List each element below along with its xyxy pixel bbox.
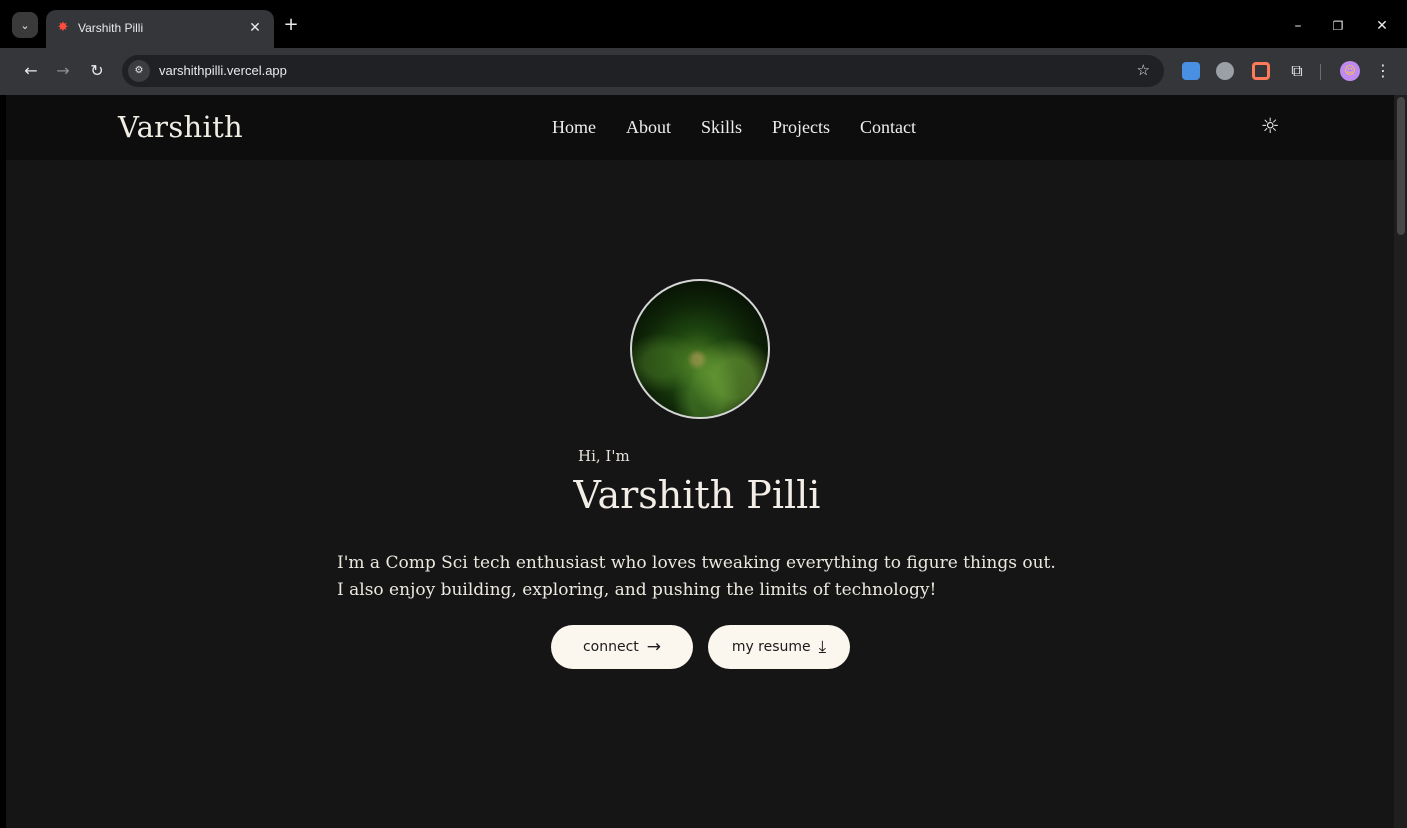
restore-button[interactable]: ❐ [1326, 14, 1350, 38]
address-bar[interactable]: ⚙ varshithpilli.vercel.app ☆ [122, 55, 1164, 87]
extensions-puzzle-icon[interactable]: ⧉ [1286, 60, 1308, 82]
tab-title: Varshith Pilli [78, 21, 144, 35]
hero-bio-line-2: I also enjoy building, exploring, and pu… [337, 580, 937, 600]
page-viewport: Varshith Home About Skills Projects Cont… [6, 95, 1394, 828]
extension-icon-3[interactable] [1252, 62, 1270, 80]
forward-icon[interactable]: → [52, 60, 74, 82]
profile-avatar-icon[interactable]: ☺ [1340, 61, 1360, 81]
hero-greeting: Hi, I'm [578, 447, 630, 465]
resume-button[interactable]: my resume ⤓ [708, 625, 850, 669]
site-brand[interactable]: Varshith [118, 110, 243, 144]
page-scrollbar[interactable] [1394, 95, 1407, 828]
new-tab-button[interactable]: + [282, 16, 300, 35]
connect-button[interactable]: connect → [551, 625, 693, 669]
browser-toolbar: ← → ↻ ⚙ varshithpilli.vercel.app ☆ ⧉ ☺ ⋮ [0, 48, 1407, 95]
minimize-button[interactable]: – [1286, 14, 1310, 38]
connect-button-label: connect [582, 639, 639, 655]
bookmark-star-icon[interactable]: ☆ [1137, 61, 1150, 79]
scrollbar-thumb[interactable] [1397, 97, 1405, 235]
nav-about[interactable]: About [626, 117, 671, 138]
theme-toggle-sun-icon[interactable]: ☼ [1256, 112, 1284, 140]
back-icon[interactable]: ← [20, 60, 42, 82]
reload-icon[interactable]: ↻ [86, 60, 108, 82]
nav-contact[interactable]: Contact [860, 117, 916, 138]
profile-photo [630, 279, 770, 419]
url-text[interactable]: varshithpilli.vercel.app [159, 63, 287, 78]
browser-tab-bar: ⌄ ✸ Varshith Pilli ✕ + – ❐ ✕ [0, 0, 1407, 48]
nav-projects[interactable]: Projects [772, 117, 830, 138]
extension-icon-2[interactable] [1216, 62, 1234, 80]
favicon-icon: ✸ [57, 20, 69, 35]
download-icon: ⤓ [818, 637, 827, 657]
hero-bio: I'm a Comp Sci tech enthusiast who loves… [337, 550, 1056, 604]
toolbar-divider [1320, 64, 1321, 80]
nav-skills[interactable]: Skills [701, 117, 742, 138]
site-nav: Home About Skills Projects Contact [552, 117, 916, 138]
extension-icon-1[interactable] [1182, 62, 1200, 80]
site-info-icon[interactable]: ⚙ [128, 60, 150, 82]
site-header: Varshith Home About Skills Projects Cont… [6, 95, 1394, 160]
profile-photo-image [632, 281, 768, 417]
tab-close-icon[interactable]: ✕ [246, 19, 264, 37]
hero-name: Varshith Pilli [573, 473, 821, 517]
hero-bio-line-1: I'm a Comp Sci tech enthusiast who loves… [337, 553, 1056, 573]
close-window-button[interactable]: ✕ [1370, 14, 1394, 38]
resume-button-label: my resume [731, 639, 811, 655]
browser-menu-icon[interactable]: ⋮ [1372, 60, 1394, 82]
tab-search-button[interactable]: ⌄ [12, 12, 38, 38]
arrow-right-icon: → [646, 637, 662, 657]
browser-tab[interactable]: ✸ Varshith Pilli ✕ [46, 10, 274, 48]
nav-home[interactable]: Home [552, 117, 596, 138]
